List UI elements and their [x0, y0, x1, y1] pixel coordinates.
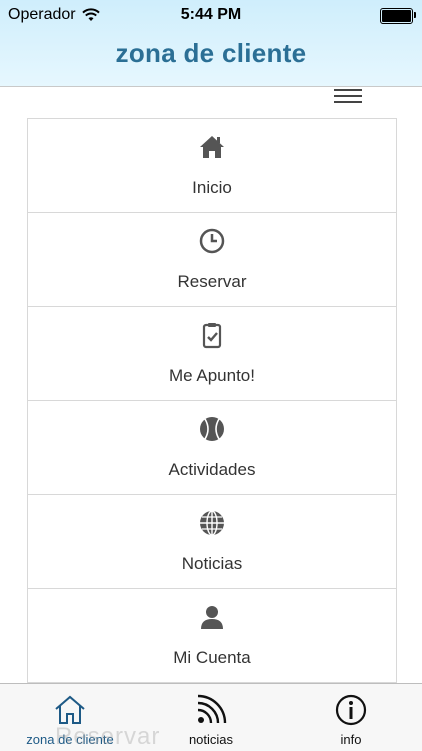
- status-time: 5:44 PM: [180, 6, 242, 23]
- menu-item-label: Actividades: [168, 460, 256, 479]
- app-header: Operador 5:44 PM zona de cliente: [0, 0, 422, 87]
- menu-item-me-apunto[interactable]: Me Apunto!: [28, 306, 396, 400]
- menu-item-mi-cuenta[interactable]: Mi Cuenta: [28, 588, 396, 683]
- status-bar: Operador 5:44 PM: [0, 0, 422, 30]
- tab-label: info: [340, 732, 362, 747]
- tennis-ball-icon: [200, 417, 224, 441]
- menu-item-label: Inicio: [192, 178, 232, 197]
- menu-item-reservar[interactable]: Reservar: [28, 212, 396, 306]
- menu-item-actividades[interactable]: Actividades: [28, 400, 396, 494]
- main-menu: Inicio Reservar Me Apunto! Actividades N…: [27, 118, 397, 683]
- user-icon: [201, 606, 223, 629]
- menu-item-label: Reservar: [177, 272, 247, 291]
- page-title: zona de cliente: [115, 38, 307, 68]
- menu-item-label: Me Apunto!: [168, 366, 255, 385]
- tab-label: zona de cliente: [26, 732, 114, 747]
- hamburger-menu-icon[interactable]: [334, 88, 364, 106]
- tab-bar: zona de cliente noticias info: [0, 683, 422, 751]
- clock-icon: [199, 228, 225, 254]
- globe-icon: [200, 510, 224, 536]
- tab-noticias[interactable]: noticias: [141, 684, 281, 751]
- tab-label: noticias: [188, 732, 234, 747]
- tab-info[interactable]: info: [281, 684, 421, 751]
- tab-zona-de-cliente[interactable]: zona de cliente: [0, 684, 140, 751]
- rss-icon: [197, 694, 227, 724]
- menu-item-noticias[interactable]: Noticias: [28, 494, 396, 588]
- menu-item-label: Noticias: [181, 554, 243, 573]
- battery-icon: [380, 8, 416, 24]
- info-icon: [335, 694, 367, 726]
- home-icon: [200, 136, 224, 158]
- menu-item-inicio[interactable]: Inicio: [28, 118, 396, 212]
- clipboard-check-icon: [202, 323, 222, 349]
- menu-item-label: Mi Cuenta: [173, 648, 251, 667]
- home-outline-icon: [55, 695, 85, 724]
